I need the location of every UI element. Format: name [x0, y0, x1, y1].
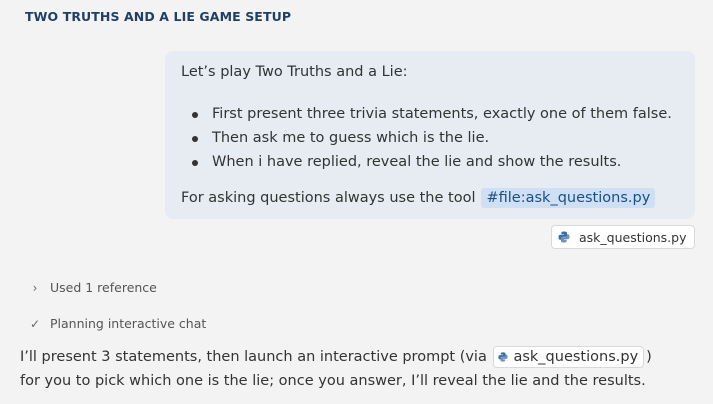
chat-title: TWO TRUTHS AND A LIE GAME SETUP [25, 9, 292, 24]
user-message-bullet-list: First present three trivia statements, e… [181, 102, 672, 174]
tool-instruction-text: For asking questions always use the tool [181, 190, 476, 206]
chat-panel: TWO TRUTHS AND A LIE GAME SETUP Let’s pl… [0, 0, 713, 404]
reply-text-part2: ) [646, 349, 652, 365]
bullet-item: Then ask me to guess which is the lie. [181, 126, 672, 150]
python-file-icon [498, 352, 509, 362]
reply-text-part1: I’ll present 3 statements, then launch a… [20, 349, 487, 365]
reply-text-part3: for you to pick which one is the lie; on… [20, 373, 646, 389]
used-references-toggle[interactable]: › Used 1 reference [28, 280, 157, 295]
inline-file-chip-label: ask_questions.py [513, 349, 639, 365]
bullet-item: When i have replied, reveal the lie and … [181, 150, 672, 174]
user-message-intro: Let’s play Two Truths and a Lie: [181, 64, 408, 80]
file-reference-link[interactable]: #file:ask_questions.py [481, 188, 656, 208]
checkmark-icon: ✓ [29, 316, 41, 331]
assistant-reply: I’ll present 3 statements, then launch a… [20, 345, 700, 393]
attachment-chip[interactable]: ask_questions.py [551, 225, 696, 249]
planning-status-label: Planning interactive chat [50, 316, 207, 331]
inline-file-chip[interactable]: ask_questions.py [493, 346, 645, 368]
used-references-label: Used 1 reference [50, 280, 157, 295]
attachment-label: ask_questions.py [579, 229, 687, 245]
python-file-icon [558, 231, 570, 243]
tool-instruction-line: For asking questions always use the tool… [181, 188, 656, 208]
chevron-right-icon: › [32, 280, 38, 295]
bullet-item: First present three trivia statements, e… [181, 102, 672, 126]
planning-status: ✓ Planning interactive chat [28, 316, 206, 331]
user-message-bubble: Let’s play Two Truths and a Lie: First p… [165, 51, 695, 219]
